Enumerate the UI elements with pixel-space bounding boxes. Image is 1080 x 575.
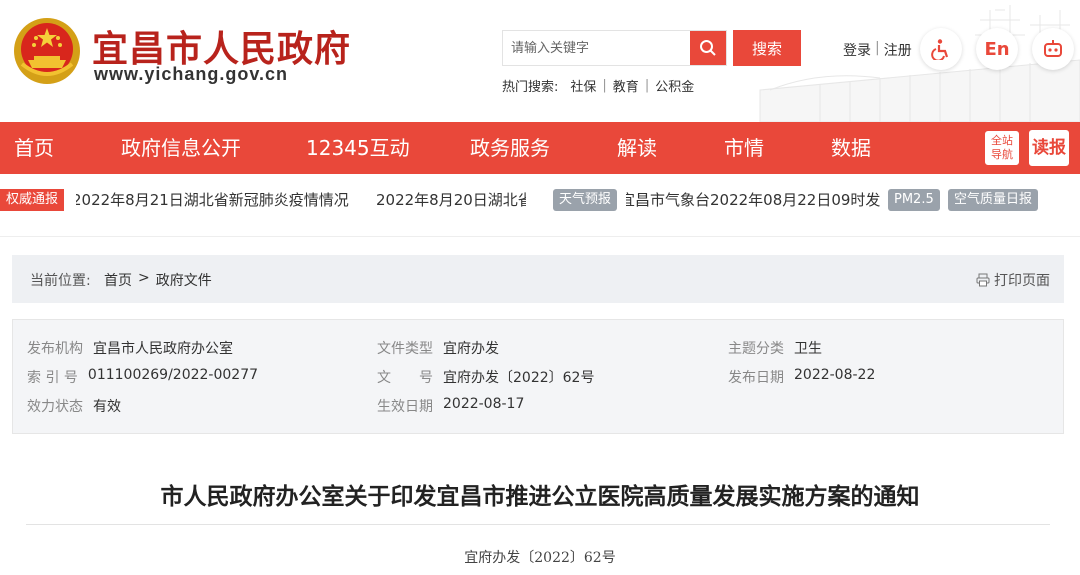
- meta-value: 2022-08-22: [794, 367, 876, 383]
- nav-item-data[interactable]: 数据: [831, 122, 871, 174]
- separator: |: [602, 78, 607, 93]
- site-nav-badge[interactable]: 全站导航: [985, 131, 1019, 165]
- nav-item-services[interactable]: 政务服务: [470, 122, 550, 174]
- meta-key: 效力状态: [27, 399, 83, 415]
- meta-key: 主题分类: [728, 341, 784, 357]
- document-title: 市人民政府办公室关于印发宜昌市推进公立医院高质量发展实施方案的通知: [160, 484, 920, 510]
- login-link[interactable]: 登录: [843, 40, 871, 60]
- breadcrumb-label: 当前位置:: [30, 273, 91, 289]
- breadcrumb-current[interactable]: 政府文件: [156, 270, 212, 290]
- pm25-tag[interactable]: PM2.5: [888, 189, 940, 211]
- national-emblem-logo: [14, 18, 80, 84]
- breadcrumb-home[interactable]: 首页: [104, 270, 132, 290]
- main-nav: 首页 政府信息公开 12345互动 政务服务 解读 市情 数据: [0, 122, 1080, 174]
- nav-item-city[interactable]: 市情: [724, 122, 764, 174]
- weather-tag: 天气预报: [553, 189, 618, 211]
- search-box: [502, 30, 727, 66]
- search-icon[interactable]: [690, 31, 726, 65]
- ticker-item[interactable]: 2022年8月21日湖北省新冠肺炎疫情情况: [76, 189, 356, 211]
- robot-icon[interactable]: [1032, 28, 1074, 70]
- meta-value: 2022-08-17: [443, 396, 525, 412]
- meta-key: 发布日期: [728, 370, 784, 386]
- register-link[interactable]: 注册: [884, 40, 912, 60]
- breadcrumb-path: 首页 > 政府文件: [104, 270, 212, 290]
- nav-item-interpret[interactable]: 解读: [617, 122, 657, 174]
- hot-search-item[interactable]: 教育: [613, 76, 639, 95]
- meta-value: 宜府办发: [443, 341, 499, 357]
- weather-text[interactable]: 宜昌市气象台2022年08月22日09时发布: [626, 189, 880, 211]
- ticker-item[interactable]: 2022年8月20日湖北省: [376, 189, 526, 211]
- breadcrumb-arrow: >: [138, 270, 150, 286]
- meta-key: 文 号: [377, 370, 433, 386]
- read-newspaper-badge[interactable]: 读报: [1029, 130, 1069, 166]
- authority-tag: 权威通报: [0, 189, 65, 211]
- nav-item-12345[interactable]: 12345互动: [306, 122, 410, 174]
- site-header: 宜昌市人民政府 www.yichang.gov.cn 搜索 热门搜索: 社保 |…: [0, 0, 1080, 122]
- meta-key: 索 引 号: [27, 370, 78, 386]
- meta-key: 发布机构: [27, 341, 83, 357]
- separator: |: [644, 78, 650, 93]
- separator: |: [875, 40, 880, 56]
- document-metadata: 发布机构 宜昌市人民政府办公室 文件类型 宜府办发 主题分类 卫生 索 引 号 0111…: [12, 319, 1064, 434]
- content-panel: 当前位置: 首页 > 政府文件 打印页面 发布机构 宜昌市人民政府办公室 文件类型…: [0, 236, 1080, 575]
- print-link[interactable]: 打印页面: [976, 270, 1050, 290]
- hot-search-item[interactable]: 公积金: [655, 76, 694, 95]
- meta-value: 有效: [93, 399, 121, 415]
- meta-value: 卫生: [794, 341, 822, 357]
- print-label: 打印页面: [994, 273, 1050, 289]
- site-url[interactable]: www.yichang.gov.cn: [94, 64, 288, 85]
- nav-item-home[interactable]: 首页: [14, 122, 54, 174]
- english-button[interactable]: En: [976, 28, 1018, 70]
- meta-key: 文件类型: [377, 341, 433, 357]
- login-links: 登录 | 注册: [843, 40, 912, 60]
- wheelchair-icon[interactable]: [920, 28, 962, 70]
- breadcrumb: 当前位置: 首页 > 政府文件 打印页面: [12, 255, 1064, 303]
- air-quality-tag[interactable]: 空气质量日报: [948, 189, 1039, 211]
- title-divider: [26, 524, 1050, 525]
- nav-item-gov-info[interactable]: 政府信息公开: [121, 122, 241, 174]
- meta-value: 011100269/2022-00277: [87, 367, 259, 383]
- hot-search: 热门搜索: 社保 | 教育 | 公积金: [502, 76, 694, 95]
- search-input[interactable]: [503, 31, 692, 65]
- news-ticker: 权威通报 2022年8月21日湖北省新冠肺炎疫情情况 2022年8月20日湖北省…: [0, 183, 1080, 215]
- search-button[interactable]: 搜索: [733, 30, 801, 66]
- meta-value: 宜昌市人民政府办公室: [93, 341, 233, 357]
- hot-search-label: 热门搜索:: [502, 80, 559, 95]
- meta-key: 生效日期: [377, 399, 433, 415]
- document-number: 宜府办发〔2022〕62号: [464, 550, 616, 566]
- meta-value: 宜府办发〔2022〕62号: [443, 370, 595, 386]
- printer-icon: [976, 273, 990, 287]
- hot-search-item[interactable]: 社保: [570, 76, 596, 95]
